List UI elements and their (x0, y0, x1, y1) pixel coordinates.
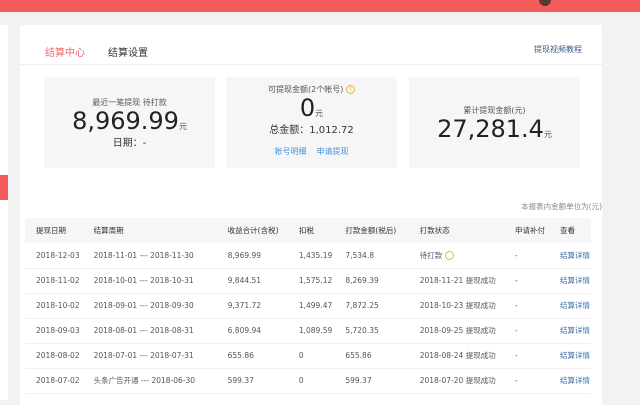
table-row: 2018-10-02 2018-09-01 --- 2018-09-30 9,371… (25, 293, 591, 319)
tab-settlement-settings[interactable]: 结算设置 (108, 44, 148, 59)
table-cell: 0 (287, 343, 335, 369)
settlement-details-link[interactable]: 结算详情 (549, 293, 591, 319)
table-cell: 2018-11-01 --- 2018-11-30 (82, 243, 217, 269)
settlement-table: 提现日期 结算周期 收益合计(含税) 扣税 打款金额(税后) 打款状态 申请补付 查看 201… (25, 218, 591, 394)
column-header: 查看 (549, 218, 591, 243)
table-cell: 2018-08-01 --- 2018-08-31 (82, 318, 217, 344)
table-cell: - (504, 318, 550, 344)
table-row: 2018-11-02 2018-10-01 --- 2018-10-31 9,844… (25, 268, 591, 294)
date-value: - (142, 138, 147, 149)
table-cell: 8,969.99 (216, 243, 288, 269)
table-cell: 2018-09-25 提现成功 (408, 318, 505, 344)
table-cell: 2018-07-02 (25, 368, 83, 394)
recent-withdrawal-box: 最近一笔提现 待打款 8,969.99元 日期：- (44, 77, 215, 168)
unit: 元 (543, 130, 552, 139)
table-cell: 2018-08-24 提现成功 (408, 343, 505, 369)
help-icon[interactable]: ? (345, 85, 355, 94)
tab-bar: 结算中心 结算设置 提现视频教程 (20, 25, 602, 65)
tab-settlement-center[interactable]: 结算中心 (45, 44, 85, 59)
table-cell: 2018-11-02 (25, 268, 83, 294)
table-cell: 2018-08-02 (25, 343, 83, 369)
total-label: 总金额： (269, 125, 310, 136)
unit: 元 (315, 109, 324, 118)
table-cell: 599.37 (334, 368, 409, 394)
column-header: 扣税 (287, 218, 335, 243)
available-amount: 0 (299, 94, 316, 122)
table-cell: 5,720.35 (334, 318, 409, 344)
unit: 元 (178, 122, 187, 131)
column-header: 结算周期 (82, 218, 217, 243)
account-details-link[interactable]: 帐号明细 (275, 147, 307, 156)
cumulative-box: 累计提现金额(元) 27,281.4元 (409, 77, 580, 168)
sidebar-active-item[interactable] (0, 175, 8, 200)
recent-amount: 8,969.99 (72, 107, 179, 135)
column-header: 收益合计(含税) (216, 218, 288, 243)
table-cell: 2018-11-21 提现成功 (408, 268, 505, 294)
table-cell: - (504, 268, 550, 294)
sidebar (0, 25, 8, 400)
table-cell: 9,844.51 (216, 268, 288, 294)
table-cell: 2018-07-01 --- 2018-07-31 (82, 343, 217, 369)
table-cell: 599.37 (216, 368, 288, 394)
settlement-details-link[interactable]: 结算详情 (549, 243, 591, 269)
table-cell: 2018-12-03 (25, 243, 83, 269)
settlement-details-link[interactable]: 结算详情 (549, 368, 591, 394)
table-cell: 1,435.19 (287, 243, 335, 269)
table-cell: 2018-10-02 (25, 293, 83, 319)
settlement-details-link[interactable]: 结算详情 (549, 268, 591, 294)
table-cell: 1,575.12 (287, 268, 335, 294)
total-value: 1,012.72 (309, 125, 354, 136)
date-label: 日期： (112, 138, 143, 149)
column-header: 打款状态 (408, 218, 505, 243)
table-row: 2018-08-02 2018-07-01 --- 2018-07-31 655.8… (25, 343, 591, 369)
column-header: 打款金额(税后) (334, 218, 409, 243)
table-cell: - (504, 368, 550, 394)
table-cell: 2018-07-20 提现成功 (408, 368, 505, 394)
table-cell: - (504, 343, 550, 369)
table-cell: 1,089.59 (287, 318, 335, 344)
table-cell: - (504, 243, 550, 269)
settlement-details-link[interactable]: 结算详情 (549, 318, 591, 344)
table-row: 2018-07-02 头条广告开通 --- 2018-06-30 599.37 0 59… (25, 368, 591, 394)
table-cell: 2018-09-01 --- 2018-09-30 (82, 293, 217, 319)
table-cell: 待打款 (408, 243, 505, 269)
apply-withdraw-link[interactable]: 申请提现 (317, 147, 349, 156)
table-cell: 1,499.47 (287, 293, 335, 319)
table-row: 2018-09-03 2018-08-01 --- 2018-08-31 6,809… (25, 318, 591, 344)
settlement-details-link[interactable]: 结算详情 (549, 343, 591, 369)
unit-note: 本报表内金额单位为(元) (521, 202, 602, 211)
available-label: 可提现金额(2个帐号) (268, 85, 344, 94)
table-cell: 2018-10-23 提现成功 (408, 293, 505, 319)
table-cell: 7,534.8 (334, 243, 409, 269)
tutorial-link[interactable]: 提现视频教程 (534, 44, 582, 55)
column-header: 提现日期 (25, 218, 83, 243)
available-box: 可提现金额(2个帐号) ? 0元 总金额：1,012.72 帐号明细 申请提现 (226, 77, 397, 168)
settlement-card: 结算中心 结算设置 提现视频教程 最近一笔提现 待打款 8,969.99元 日期… (20, 25, 602, 405)
table-cell: 7,872.25 (334, 293, 409, 319)
table-cell: 头条广告开通 --- 2018-06-30 (82, 368, 217, 394)
table-cell: 655.86 (334, 343, 409, 369)
table-cell: 9,371.72 (216, 293, 288, 319)
table-cell: - (504, 293, 550, 319)
column-header: 申请补付 (504, 218, 550, 243)
pending-info-icon[interactable] (445, 251, 455, 261)
cumulative-amount: 27,281.4 (437, 115, 544, 143)
table-cell: 6,809.94 (216, 318, 288, 344)
table-cell: 2018-09-03 (25, 318, 83, 344)
table-cell: 0 (287, 368, 335, 394)
table-cell: 655.86 (216, 343, 288, 369)
table-row: 2018-12-03 2018-11-01 --- 2018-11-30 8,969… (25, 243, 591, 269)
table-cell: 8,269.39 (334, 268, 409, 294)
table-cell: 2018-10-01 --- 2018-10-31 (82, 268, 217, 294)
